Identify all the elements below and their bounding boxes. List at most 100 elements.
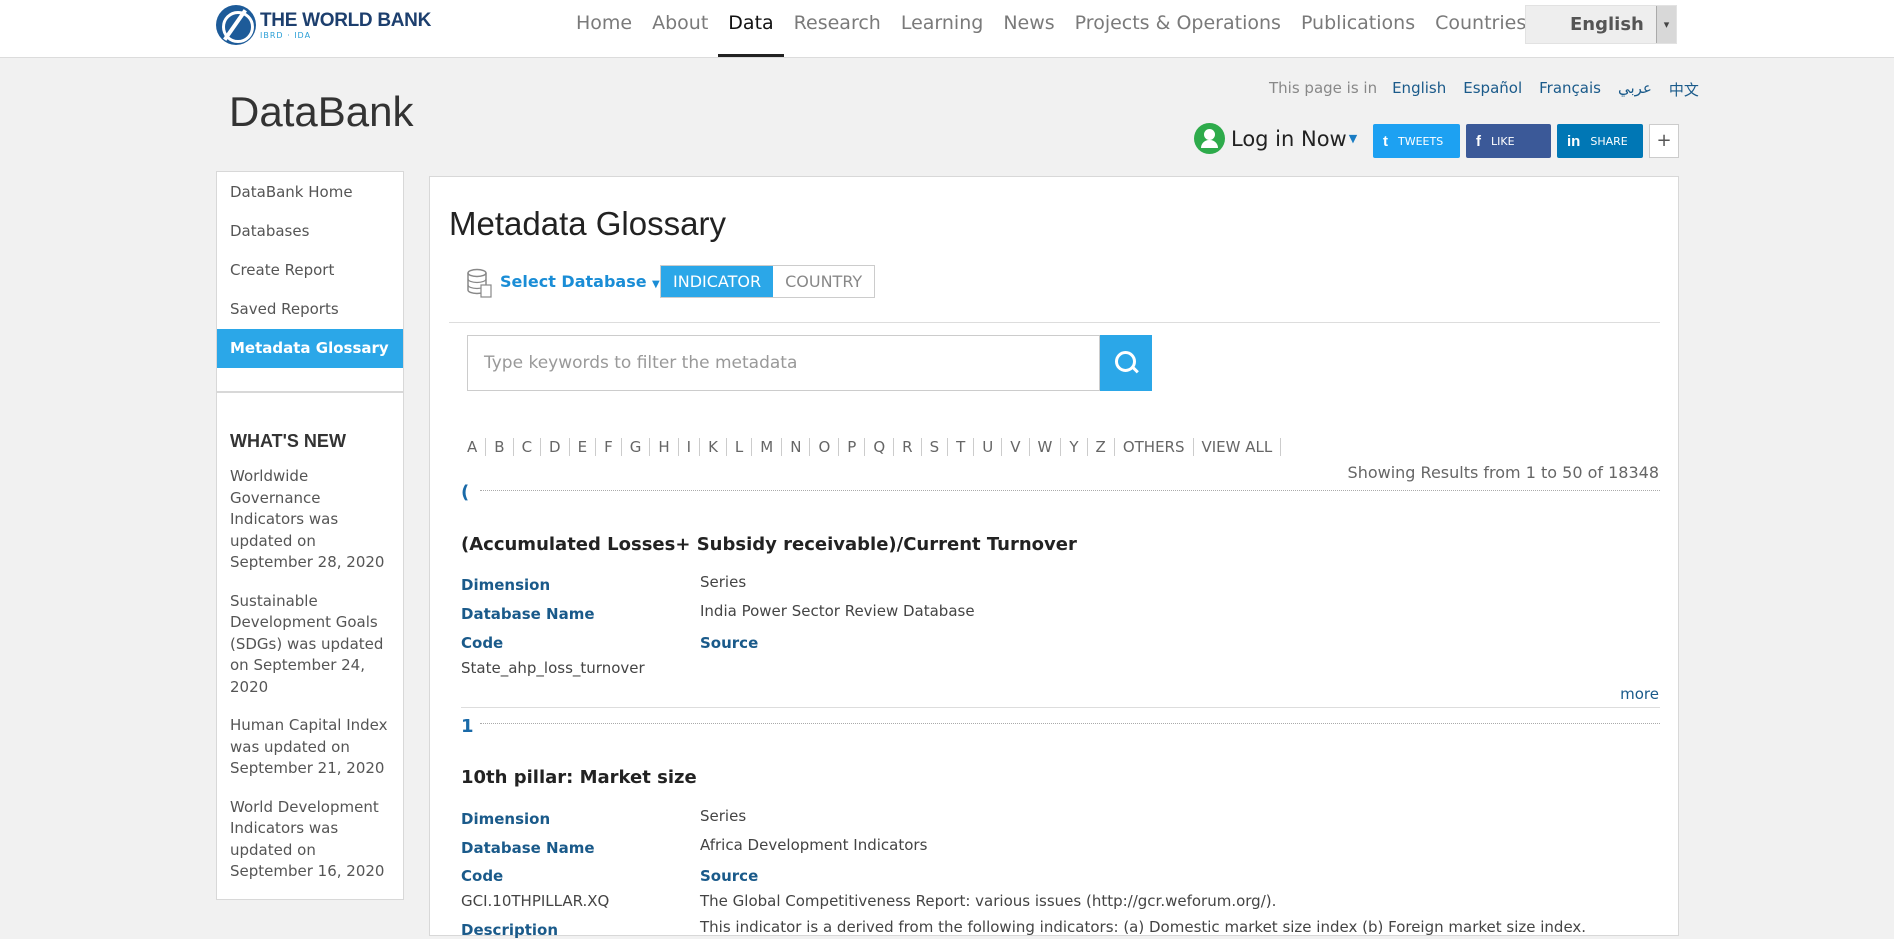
letter-t[interactable]: T [948,438,975,456]
letter-r[interactable]: R [894,438,922,456]
news-item[interactable]: Worldwide Governance Indicators was upda… [230,466,390,574]
tab-country[interactable]: COUNTRY [773,266,875,297]
chevron-down-icon[interactable]: ▾ [1656,6,1676,43]
letter-o[interactable]: O [810,438,840,456]
code-value: State_ahp_loss_turnover [461,659,645,677]
search-button[interactable] [1100,335,1152,391]
group-heading: ( [461,482,470,503]
letter-view-all[interactable]: VIEW ALL [1194,438,1282,456]
news-item[interactable]: World Development Indicators was updated… [230,797,390,883]
entry-title[interactable]: (Accumulated Losses+ Subsidy receivable)… [461,534,1077,555]
news-item[interactable]: Human Capital Index was updated on Septe… [230,715,390,780]
alphabet-filter: A B C D E F G H I K L M N O P Q R S T U … [459,438,1282,456]
whats-new-panel: WHAT'S NEW Worldwide Governance Indicato… [216,392,404,900]
entry-separator [461,707,1660,708]
linkedin-icon: in [1567,132,1581,150]
letter-f[interactable]: F [596,438,622,456]
news-item[interactable]: Sustainable Development Goals (SDGs) was… [230,591,390,699]
tweet-button[interactable]: t TWEETS [1373,124,1460,158]
letter-m[interactable]: M [752,438,783,456]
letter-u[interactable]: U [974,438,1003,456]
letter-e[interactable]: E [570,438,597,456]
lang-arabic[interactable]: عربي [1618,79,1652,100]
dimension-value: Series [700,573,747,591]
language-label: This page is in [1269,79,1378,97]
caret-down-icon: ▼ [1348,132,1358,145]
letter-i[interactable]: I [679,438,701,456]
database-name-value: Africa Development Indicators [700,836,928,854]
main-panel: Metadata Glossary Select Database ▼ INDI… [429,176,1679,939]
letter-c[interactable]: C [514,438,542,456]
nav-countries[interactable]: Countries [1425,0,1536,57]
metadata-search-input[interactable]: Type keywords to filter the metadata [467,335,1100,391]
select-database-dropdown[interactable]: Select Database ▼ [500,272,660,291]
tab-indicator[interactable]: INDICATOR [661,266,774,297]
database-name-label: Database Name [461,605,595,623]
sidebar-item-metadata-glossary[interactable]: Metadata Glossary [217,329,403,368]
group-divider [480,723,1660,724]
source-value: The Global Competitiveness Report: vario… [700,892,1277,910]
letter-q[interactable]: Q [865,438,895,456]
sidebar-item-databases[interactable]: Databases [217,212,403,251]
nav-home[interactable]: Home [566,0,642,57]
database-icon [467,268,492,298]
more-link[interactable]: more [1620,685,1659,703]
main-nav: Home About Data Research Learning News P… [566,0,1614,58]
dimension-label: Dimension [461,810,551,828]
description-label: Description [461,921,559,939]
letter-s[interactable]: S [922,438,949,456]
sidebar-item-databank-home[interactable]: DataBank Home [217,173,403,212]
letter-g[interactable]: G [622,438,651,456]
letter-l[interactable]: L [727,438,753,456]
language-select-value: English [1570,14,1644,35]
login-label: Log in Now [1231,126,1347,151]
nav-data[interactable]: Data [718,0,785,57]
nav-publications[interactable]: Publications [1291,0,1425,57]
linkedin-share-button[interactable]: in SHARE [1557,124,1643,158]
top-navigation-bar: THE WORLD BANK IBRD · IDA Home About Dat… [0,0,1894,58]
page-language-links: This page is in English Español Français… [1269,79,1699,100]
letter-k[interactable]: K [700,438,727,456]
lang-english[interactable]: English [1392,79,1446,100]
login-button[interactable]: Log in Now ▼ [1194,123,1357,154]
source-label: Source [700,634,759,652]
glossary-title: Metadata Glossary [449,205,726,242]
letter-y[interactable]: Y [1061,438,1088,456]
results-count: Showing Results from 1 to 50 of 18348 [1347,463,1659,482]
sidebar-item-saved-reports[interactable]: Saved Reports [217,290,403,329]
facebook-icon: f [1476,132,1481,150]
letter-z[interactable]: Z [1088,438,1115,456]
lang-francais[interactable]: Français [1539,79,1601,100]
caret-down-icon: ▼ [648,279,660,290]
letter-others[interactable]: OTHERS [1115,438,1194,456]
user-icon [1194,123,1225,154]
letter-b[interactable]: B [486,438,514,456]
letter-v[interactable]: V [1002,438,1030,456]
description-value: This indicator is a derived from the fol… [700,918,1587,936]
lang-espanol[interactable]: Español [1463,79,1522,100]
more-share-button[interactable]: + [1649,124,1679,158]
language-select[interactable]: English ▾ [1525,5,1677,44]
letter-p[interactable]: P [839,438,866,456]
letter-n[interactable]: N [782,438,811,456]
world-bank-logo[interactable]: THE WORLD BANK IBRD · IDA [216,5,431,45]
twitter-icon: t [1383,132,1388,150]
letter-d[interactable]: D [541,438,570,456]
globe-icon [216,5,256,45]
lang-chinese[interactable]: 中文 [1669,79,1699,100]
nav-research[interactable]: Research [784,0,891,57]
letter-w[interactable]: W [1030,438,1062,456]
divider [449,322,1660,323]
nav-about[interactable]: About [642,0,718,57]
whats-new-title: WHAT'S NEW [230,431,346,451]
nav-learning[interactable]: Learning [891,0,994,57]
entry-title[interactable]: 10th pillar: Market size [461,767,697,788]
nav-projects[interactable]: Projects & Operations [1065,0,1291,57]
letter-a[interactable]: A [459,438,487,456]
dimension-label: Dimension [461,576,551,594]
page-title: DataBank [229,88,414,135]
facebook-like-button[interactable]: f LIKE [1466,124,1551,158]
letter-h[interactable]: H [650,438,679,456]
sidebar-item-create-report[interactable]: Create Report [217,251,403,290]
nav-news[interactable]: News [993,0,1064,57]
